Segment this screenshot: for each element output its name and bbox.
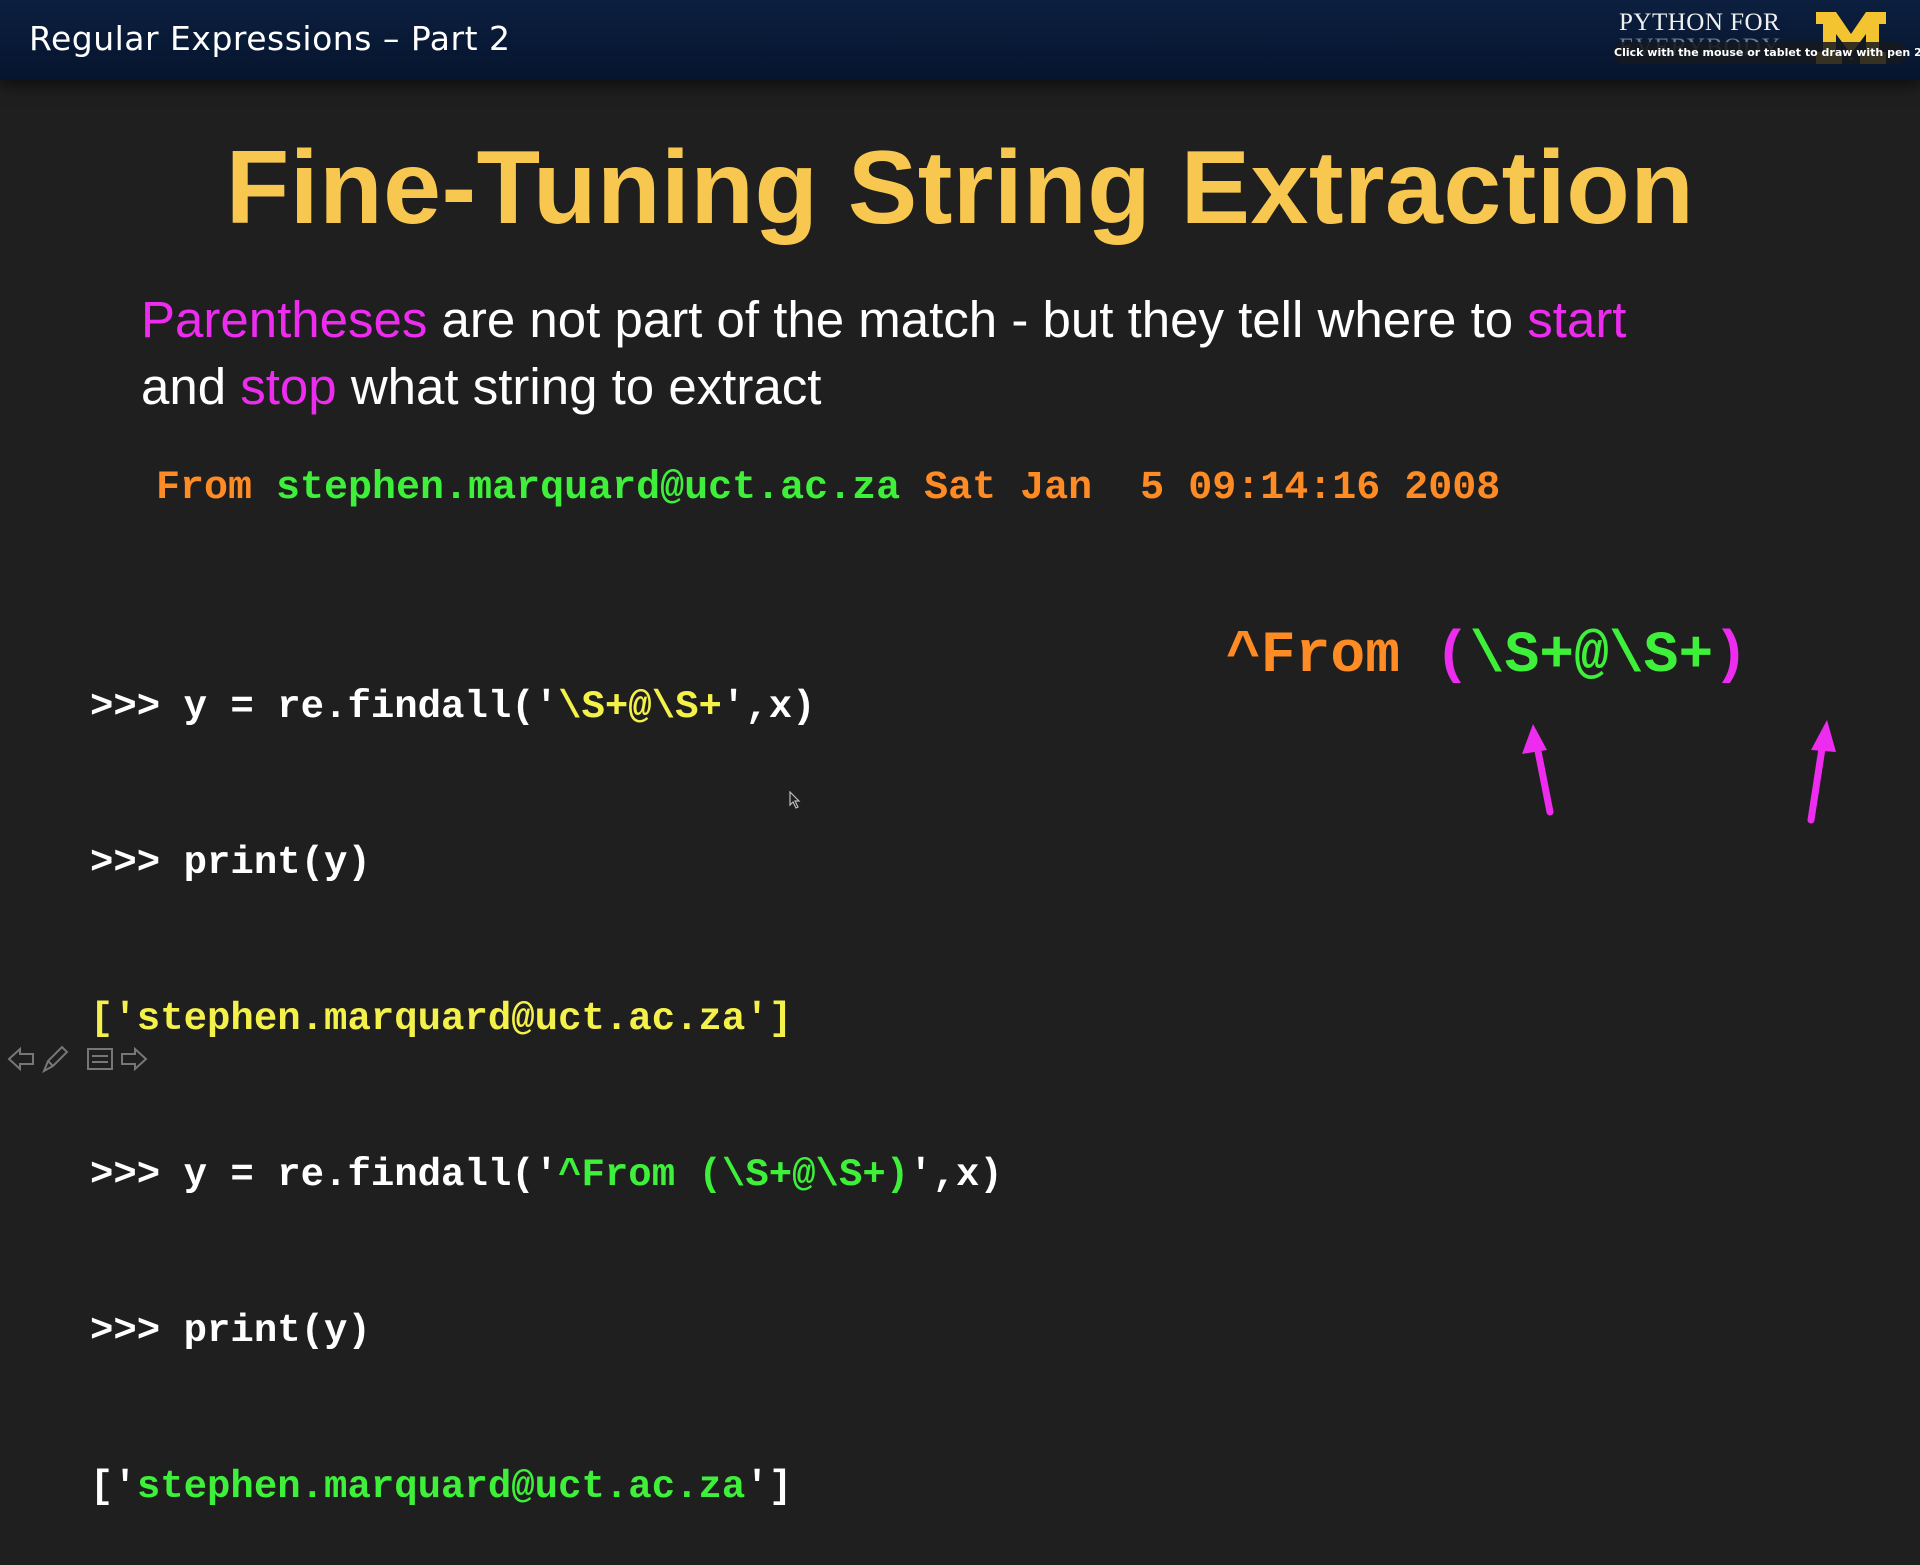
sample-from: From xyxy=(156,466,277,511)
code-line-6: ['stephen.marquard@uct.ac.za'] xyxy=(90,1461,1003,1513)
slide-menu-icon[interactable] xyxy=(87,1048,113,1070)
code-paren-close: ) xyxy=(885,1153,910,1197)
sample-email-line: From stephen.marquard@uct.ac.za Sat Jan … xyxy=(156,466,1500,511)
code-line-3: ['stephen.marquard@uct.ac.za'] xyxy=(90,997,793,1041)
code-prompt: >>> y = re.findall(' xyxy=(90,1153,559,1197)
brand-line-1: PYTHON FOR xyxy=(1619,9,1781,36)
header-bar: Regular Expressions – Part 2 PYTHON FOR … xyxy=(0,0,1920,80)
regex-display: ^From (\S+@\S+) xyxy=(1226,624,1748,689)
paren-arrows xyxy=(1522,720,1836,824)
arrow-up-icon xyxy=(1807,720,1836,824)
code-block: >>> y = re.findall('\S+@\S+',x) >>> prin… xyxy=(90,577,1003,1565)
code-paren-open: ( xyxy=(698,1153,722,1197)
regex-paren-open: ( xyxy=(1434,624,1470,689)
code-prompt: >>> y = re.findall(' xyxy=(90,685,559,729)
sample-email: stephen.marquard@uct.ac.za xyxy=(276,466,901,511)
description-text-3: what string to extract xyxy=(336,358,822,415)
slide-title: Fine-Tuning String Extraction xyxy=(225,130,1695,246)
drawing-tooltip: Click with the mouse or tablet to draw w… xyxy=(1614,42,1920,64)
code-bracket-open: [' xyxy=(90,1465,137,1509)
arrow-right-icon[interactable] xyxy=(121,1046,148,1072)
code-end: ',x) xyxy=(721,685,816,729)
code-pattern-from: ^From xyxy=(558,1153,699,1197)
highlight-stop: stop xyxy=(240,358,337,415)
regex-inner: \S+@\S+ xyxy=(1469,624,1714,689)
slide-description: Parentheses are not part of the match - … xyxy=(141,286,1821,420)
regex-prefix: ^From xyxy=(1226,624,1435,689)
description-text-1: are not part of the match - but they tel… xyxy=(427,291,1528,348)
highlight-start: start xyxy=(1527,291,1627,348)
arrow-left-icon[interactable] xyxy=(7,1046,34,1072)
arrow-up-icon xyxy=(1522,724,1554,816)
slide-nav-toolbar xyxy=(6,1044,156,1074)
mouse-cursor-icon xyxy=(789,791,801,809)
description-text-2: and xyxy=(141,358,241,415)
code-pattern-inner: \S+@\S+ xyxy=(721,1153,886,1197)
code-line-1: >>> y = re.findall('\S+@\S+',x) xyxy=(90,681,1003,733)
code-pattern: \S+@\S+ xyxy=(558,685,722,729)
code-line-4: >>> y = re.findall('^From (\S+@\S+)',x) xyxy=(90,1149,1003,1201)
code-end: ',x) xyxy=(909,1153,1003,1197)
highlight-parentheses: Parentheses xyxy=(141,291,428,348)
video-title: Regular Expressions – Part 2 xyxy=(29,19,511,58)
pen-icon[interactable] xyxy=(42,1045,69,1074)
code-result-value: stephen.marquard@uct.ac.za xyxy=(136,1465,746,1509)
code-line-5: >>> print(y) xyxy=(90,1309,371,1353)
code-line-2: >>> print(y) xyxy=(90,841,371,885)
sample-date: Sat Jan 5 09:14:16 2008 xyxy=(900,466,1501,511)
code-bracket-close: '] xyxy=(745,1465,793,1509)
regex-paren-close: ) xyxy=(1713,624,1749,689)
